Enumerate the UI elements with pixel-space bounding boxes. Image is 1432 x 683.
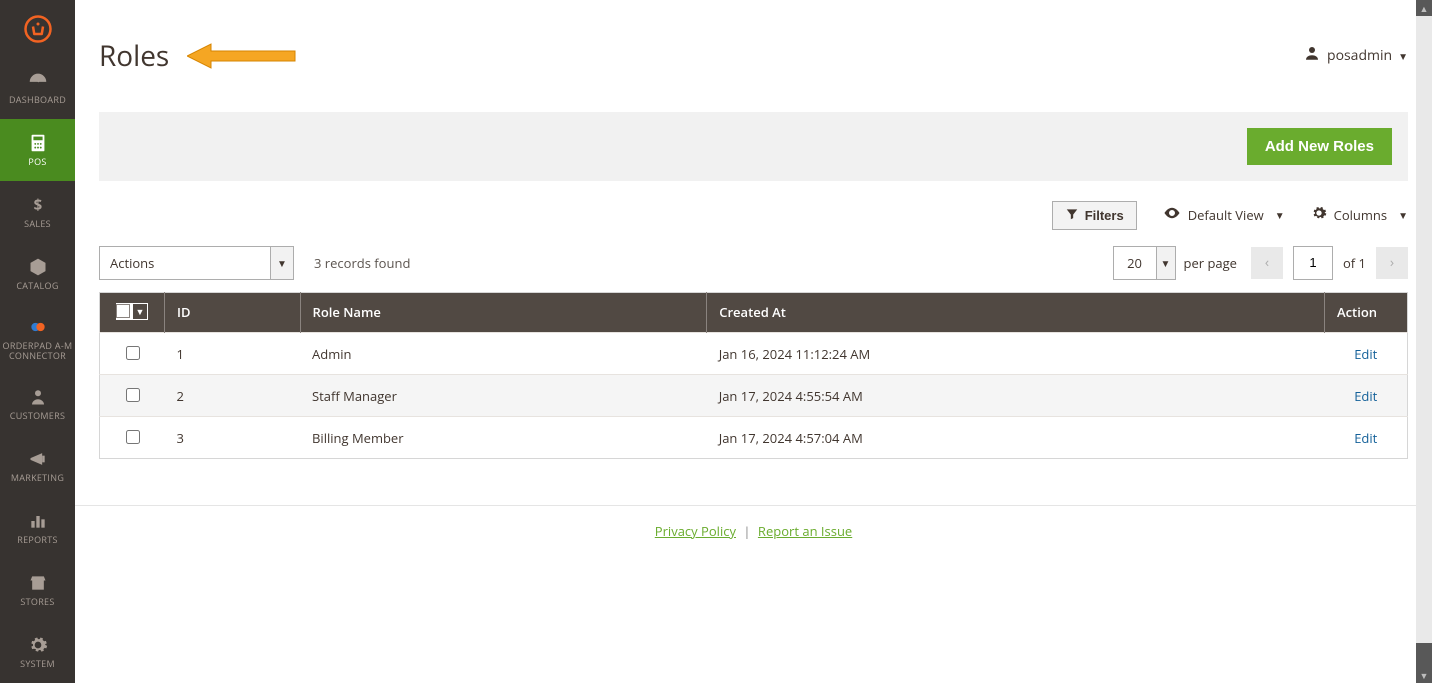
report-issue-link[interactable]: Report an Issue — [758, 522, 852, 540]
sidebar-item-dashboard[interactable]: DASHBOARD — [0, 57, 75, 119]
sidebar-item-label: POS — [28, 157, 46, 166]
sidebar-item-reports[interactable]: REPORTS — [0, 497, 75, 559]
gauge-icon — [27, 70, 49, 92]
header-id[interactable]: ID — [165, 292, 301, 333]
gear-icon — [1311, 205, 1327, 225]
sidebar-item-label: SALES — [24, 219, 51, 228]
table-row[interactable]: 1 Admin Jan 16, 2024 11:12:24 AM Edit — [100, 333, 1408, 375]
cell-role-name: Staff Manager — [300, 375, 707, 417]
cell-created-at: Jan 17, 2024 4:55:54 AM — [707, 375, 1325, 417]
bar-chart-icon — [27, 510, 49, 532]
header-created-at[interactable]: Created At — [707, 292, 1325, 333]
edit-link[interactable]: Edit — [1354, 429, 1377, 447]
cell-role-name: Billing Member — [300, 417, 707, 459]
sidebar-item-orderpad-connector[interactable]: ORDERPAD A-M CONNECTOR — [0, 305, 75, 373]
cell-role-name: Admin — [300, 333, 707, 375]
columns-menu[interactable]: Columns ▼ — [1311, 205, 1408, 225]
table-row[interactable]: 3 Billing Member Jan 17, 2024 4:57:04 AM… — [100, 417, 1408, 459]
calculator-icon — [27, 132, 49, 154]
caret-down-icon: ▼ — [1398, 49, 1408, 63]
edit-link[interactable]: Edit — [1354, 387, 1377, 405]
annotation-arrow-icon — [187, 42, 297, 70]
user-icon — [1303, 44, 1321, 67]
user-menu[interactable]: posadmin ▼ — [1303, 44, 1408, 67]
filters-button[interactable]: Filters — [1052, 201, 1137, 230]
caret-down-icon[interactable]: ▼ — [1157, 246, 1176, 280]
prev-page-button[interactable]: ‹ — [1251, 247, 1283, 279]
sidebar-item-stores[interactable]: STORES — [0, 559, 75, 621]
grid-toolbar: Filters Default View ▼ Columns ▼ — [75, 181, 1432, 230]
user-name: posadmin — [1327, 46, 1392, 65]
megaphone-icon — [27, 448, 49, 470]
footer: Privacy Policy | Report an Issue — [75, 505, 1432, 570]
sidebar-item-label: CATALOG — [16, 281, 58, 290]
scroll-up-icon[interactable]: ▲ — [1416, 0, 1432, 16]
default-view-menu[interactable]: Default View ▼ — [1163, 204, 1285, 226]
per-page-label: per page — [1184, 254, 1237, 272]
records-found-text: 3 records found — [314, 254, 410, 272]
sidebar-item-label: STORES — [20, 597, 54, 606]
row-checkbox[interactable] — [126, 388, 140, 402]
gear-icon — [27, 634, 49, 656]
scroll-thumb[interactable] — [1416, 643, 1432, 667]
svg-text:$: $ — [33, 195, 42, 215]
brand-logo — [0, 0, 75, 57]
sidebar-item-system[interactable]: SYSTEM — [0, 621, 75, 683]
header-role-name[interactable]: Role Name — [300, 292, 707, 333]
cube-icon — [27, 256, 49, 278]
header-action: Action — [1325, 292, 1408, 333]
roles-table: ▼ ID Role Name Created At Action 1 Admin… — [99, 292, 1408, 460]
caret-down-icon: ▼ — [1275, 208, 1285, 222]
footer-separator: | — [743, 522, 750, 540]
header-select[interactable]: ▼ — [100, 292, 165, 333]
sidebar: DASHBOARD POS $ SALES CATALOG ORDERPAD A… — [0, 0, 75, 683]
link-icon — [27, 316, 49, 338]
add-new-roles-button[interactable]: Add New Roles — [1247, 128, 1392, 165]
page-title: Roles — [99, 37, 169, 75]
row-checkbox[interactable] — [126, 430, 140, 444]
caret-down-icon: ▼ — [1398, 208, 1408, 222]
sidebar-item-catalog[interactable]: CATALOG — [0, 243, 75, 305]
caret-down-icon[interactable]: ▼ — [271, 246, 294, 280]
per-page-value[interactable]: 20 — [1113, 246, 1157, 280]
grid-control-bar: Actions ▼ 3 records found 20 ▼ per page … — [75, 230, 1432, 292]
next-page-button[interactable]: › — [1376, 247, 1408, 279]
cell-id: 1 — [165, 333, 301, 375]
sidebar-item-pos[interactable]: POS — [0, 119, 75, 181]
page-input[interactable] — [1293, 246, 1333, 280]
sidebar-item-label: DASHBOARD — [9, 95, 66, 104]
main-content: Roles posadmin ▼ Add New Roles Filters D… — [75, 0, 1432, 683]
action-bar: Add New Roles — [99, 112, 1408, 181]
person-icon — [27, 386, 49, 408]
dollar-icon: $ — [27, 194, 49, 216]
sidebar-item-label: CUSTOMERS — [10, 411, 65, 420]
eye-icon — [1163, 204, 1181, 226]
filters-label: Filters — [1085, 208, 1124, 223]
actions-dropdown[interactable]: Actions ▼ — [99, 246, 294, 280]
row-checkbox[interactable] — [126, 346, 140, 360]
cell-id: 3 — [165, 417, 301, 459]
sidebar-item-customers[interactable]: CUSTOMERS — [0, 373, 75, 435]
columns-label: Columns — [1334, 206, 1387, 224]
edit-link[interactable]: Edit — [1354, 345, 1377, 363]
actions-label: Actions — [99, 246, 271, 280]
scroll-down-icon[interactable]: ▼ — [1416, 667, 1432, 683]
table-row[interactable]: 2 Staff Manager Jan 17, 2024 4:55:54 AM … — [100, 375, 1408, 417]
default-view-label: Default View — [1188, 206, 1264, 224]
sidebar-item-label: ORDERPAD A-M CONNECTOR — [2, 341, 73, 360]
sidebar-item-label: SYSTEM — [20, 659, 55, 668]
cell-created-at: Jan 16, 2024 11:12:24 AM — [707, 333, 1325, 375]
funnel-icon — [1065, 207, 1079, 224]
privacy-policy-link[interactable]: Privacy Policy — [655, 522, 736, 540]
store-icon — [27, 572, 49, 594]
sidebar-item-label: REPORTS — [17, 535, 58, 544]
cell-created-at: Jan 17, 2024 4:57:04 AM — [707, 417, 1325, 459]
sidebar-item-sales[interactable]: $ SALES — [0, 181, 75, 243]
sidebar-item-label: MARKETING — [11, 473, 64, 482]
sidebar-item-marketing[interactable]: MARKETING — [0, 435, 75, 497]
browser-scrollbar[interactable]: ▲ ▼ — [1416, 0, 1432, 683]
cell-id: 2 — [165, 375, 301, 417]
page-total-text: of 1 — [1343, 254, 1366, 272]
